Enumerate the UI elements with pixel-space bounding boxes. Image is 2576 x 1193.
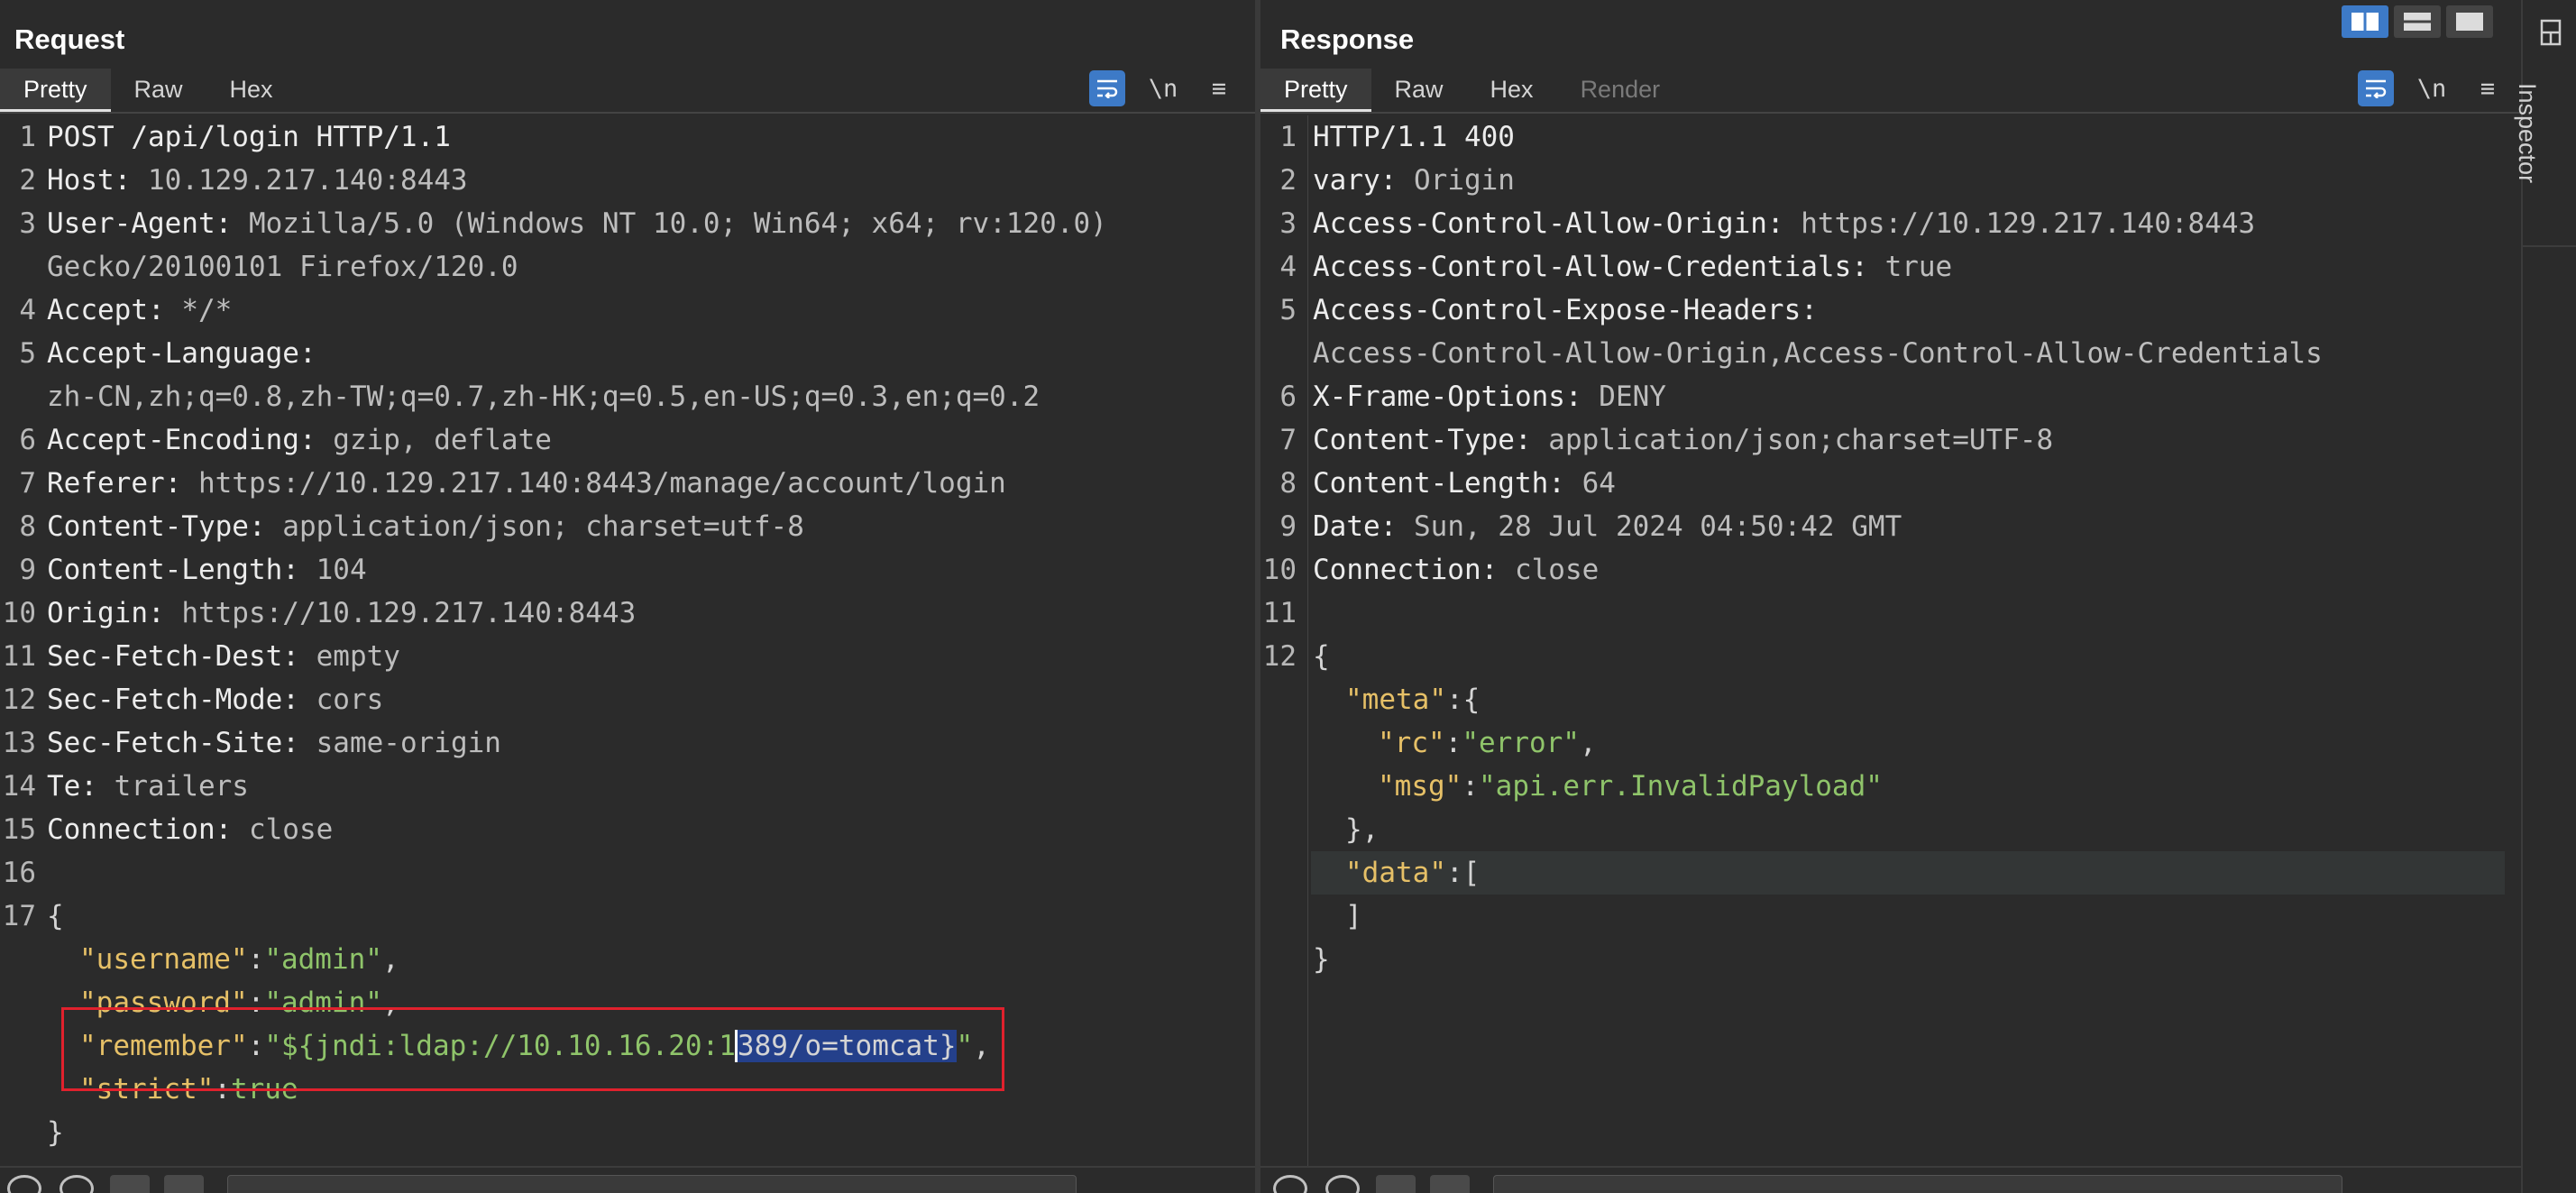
code-line: 2 Host: 10.129.217.140:8443: [19, 164, 468, 197]
request-tabs: Pretty Raw Hex: [0, 69, 297, 112]
code-line: 4 Accept: */*: [19, 294, 233, 326]
code-line: 5 Access-Control-Expose-Headers:: [1279, 294, 1818, 326]
json-line-data: "data":[: [1345, 857, 1481, 889]
code-line: Access-Control-Allow-Origin,Access-Contr…: [1313, 337, 2323, 370]
code-line: 3 User-Agent: Mozilla/5.0 (Windows NT 10.…: [19, 207, 1107, 240]
columns-icon: [2351, 13, 2379, 31]
code-line: 3 Access-Control-Allow-Origin: https://10…: [1279, 207, 2256, 240]
response-toolbar: \n ≡: [2358, 70, 2506, 106]
rows-icon: [2404, 13, 2431, 31]
tab-response-raw[interactable]: Raw: [1371, 69, 1467, 112]
json-line-rc: "rc":"error",: [1378, 727, 1597, 759]
settings-icon[interactable]: [1325, 1175, 1360, 1193]
show-newlines-button[interactable]: \n: [1145, 70, 1181, 106]
code-line: 6 Accept-Encoding: gzip, deflate: [19, 424, 552, 456]
layout-side-by-side-button[interactable]: [2342, 5, 2388, 38]
json-line-meta-close: },: [1345, 813, 1380, 846]
code-line: 15 Connection: close: [2, 813, 334, 846]
request-title: Request: [14, 23, 125, 55]
response-tab-rule: [1260, 112, 2521, 114]
response-editor[interactable]: 1 HTTP/1.1 400 2 vary: Origin 3 Access-Cont…: [1260, 115, 2521, 1168]
inspector-layout-icon[interactable]: [2539, 18, 2562, 47]
code-line: 11 Sec-Fetch-Dest: empty: [2, 640, 400, 673]
response-panel: Response Pretty Raw Hex Render \n ≡ 1 HTT…: [1260, 0, 2521, 1193]
code-line: 9 Date: Sun, 28 Jul 2024 04:50:42 GMT: [1279, 510, 1902, 543]
prev-match-button[interactable]: [1376, 1175, 1416, 1193]
tab-response-hex[interactable]: Hex: [1467, 69, 1557, 112]
code-line: 5 Accept-Language:: [19, 337, 316, 370]
code-line: 14 Te: trailers: [2, 770, 249, 803]
code-line: 4 Access-Control-Allow-Credentials: true: [1279, 251, 1953, 283]
code-line: 16: [2, 857, 36, 889]
code-line: 17{: [2, 900, 64, 932]
code-line: 1 HTTP/1.1 400: [1279, 121, 1515, 153]
code-line: 12 Sec-Fetch-Mode: cors: [2, 684, 384, 716]
json-line-username: "username":"admin",: [79, 943, 399, 976]
layout-toggles: [2342, 5, 2493, 38]
code-line: 6 X-Frame-Options: DENY: [1279, 381, 1666, 413]
json-line-data-close: ]: [1345, 900, 1362, 932]
json-line-msg: "msg":"api.err.InvalidPayload": [1378, 770, 1883, 803]
code-line: 1 POST /api/login HTTP/1.1: [19, 121, 451, 153]
help-icon[interactable]: [7, 1175, 41, 1193]
tab-response-pretty[interactable]: Pretty: [1260, 69, 1371, 112]
request-search-input[interactable]: [227, 1175, 1077, 1193]
json-line-close: }: [1313, 943, 1330, 976]
code-line: 7 Content-Type: application/json;charset=…: [1279, 424, 2054, 456]
single-pane-icon: [2456, 13, 2483, 31]
next-match-button[interactable]: [1430, 1175, 1470, 1193]
code-line: 7 Referer: https://10.129.217.140:8443/ma…: [19, 467, 1006, 500]
tab-response-render: Render: [1580, 76, 1661, 103]
code-line: 9 Content-Length: 104: [19, 554, 367, 586]
code-line: 12{: [1262, 640, 1330, 673]
wrap-lines-button[interactable]: [1089, 70, 1125, 106]
code-line: 8 Content-Length: 64: [1279, 467, 1616, 500]
layout-stacked-button[interactable]: [2394, 5, 2441, 38]
request-menu-button[interactable]: ≡: [1201, 70, 1237, 106]
request-bottom-bar: [0, 1166, 1255, 1193]
code-line: 13 Sec-Fetch-Site: same-origin: [2, 727, 501, 759]
code-line: Gecko/20100101 Firefox/120.0: [47, 251, 518, 283]
request-toolbar: \n ≡: [1089, 70, 1237, 106]
request-panel: Request Pretty Raw Hex \n ≡ 1 POST /api/l…: [0, 0, 1255, 1193]
response-title: Response: [1280, 23, 1415, 55]
code-line: 8 Content-Type: application/json; charset…: [19, 510, 804, 543]
response-menu-button[interactable]: ≡: [2470, 70, 2506, 106]
wrap-lines-icon: [2366, 79, 2387, 98]
layout-single-button[interactable]: [2446, 5, 2493, 38]
code-line: 2 vary: Origin: [1279, 164, 1515, 197]
inspector-tab[interactable]: Inspector: [2513, 83, 2541, 183]
json-line-close: }: [47, 1116, 64, 1149]
inspector-separator: [2523, 245, 2576, 247]
code-line: zh-CN,zh;q=0.8,zh-TW;q=0.7,zh-HK;q=0.5,e…: [47, 381, 1040, 413]
show-newlines-button[interactable]: \n: [2414, 70, 2450, 106]
payload-highlight-box: [61, 1007, 1004, 1091]
code-line: 11: [1262, 597, 1297, 629]
request-tab-rule: [0, 112, 1255, 114]
code-line: 10 Connection: close: [1262, 554, 1600, 586]
help-icon[interactable]: [1273, 1175, 1307, 1193]
response-search-input[interactable]: [1493, 1175, 2342, 1193]
code-line: 10 Origin: https://10.129.217.140:8443: [2, 597, 637, 629]
tab-request-pretty[interactable]: Pretty: [0, 69, 111, 112]
tab-request-raw[interactable]: Raw: [111, 69, 206, 112]
wrap-lines-icon: [1097, 79, 1118, 98]
tab-request-hex[interactable]: Hex: [206, 69, 297, 112]
json-line-meta: "meta":{: [1345, 684, 1481, 716]
response-bottom-bar: [1260, 1166, 2521, 1193]
prev-match-button[interactable]: [110, 1175, 150, 1193]
settings-icon[interactable]: [60, 1175, 94, 1193]
response-tabs: Pretty Raw Hex Render: [1260, 69, 1683, 112]
next-match-button[interactable]: [164, 1175, 204, 1193]
wrap-lines-button[interactable]: [2358, 70, 2394, 106]
